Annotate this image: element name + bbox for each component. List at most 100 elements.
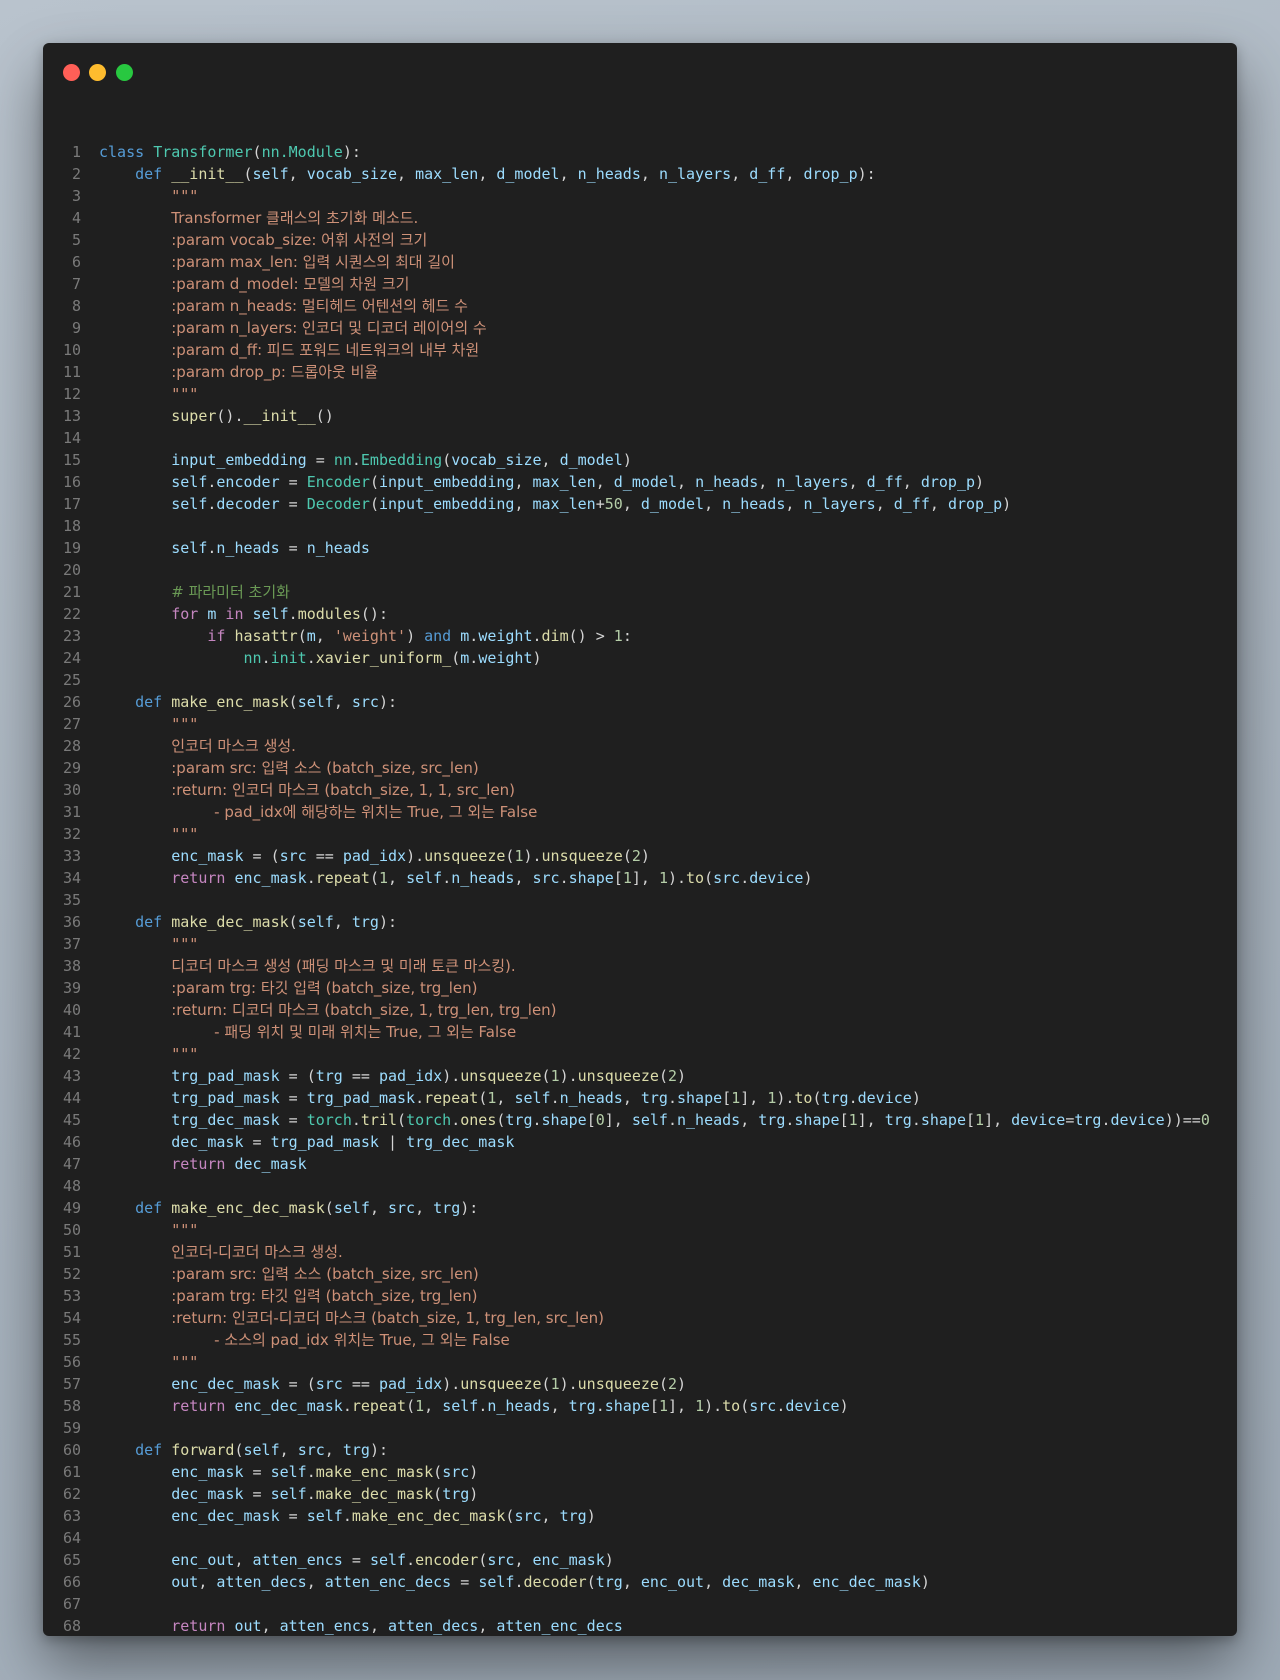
code-token: 1 — [613, 627, 623, 645]
code-token: atten_decs — [216, 1573, 307, 1591]
code-token: dec_mask — [171, 1485, 244, 1503]
line-number: 40 — [62, 1001, 81, 1019]
code-token: repeat — [424, 1089, 479, 1107]
code-token: :return: 인코더 마스크 (batch_size, 1, 1, src_… — [171, 781, 515, 799]
code-token: torch — [406, 1111, 452, 1129]
code-line: 14 — [43, 427, 1237, 449]
line-number: 34 — [62, 869, 81, 887]
code-token: ( — [243, 165, 253, 183]
code-token: . — [848, 1089, 858, 1107]
code-token: trg — [640, 1089, 668, 1107]
code-token: 1 — [731, 1089, 741, 1107]
code-token: ( — [658, 1067, 668, 1085]
code-token: dec_mask — [722, 1573, 795, 1591]
code-token: - 소스의 pad_idx 위치는 True, 그 외는 False — [171, 1331, 510, 1349]
code-token: + — [595, 495, 605, 513]
code-token: (). — [216, 407, 244, 425]
code-token: 디코더 마스크 생성 (패딩 마스크 및 미래 토큰 마스킹). — [171, 957, 516, 975]
code-token: ( — [252, 143, 262, 161]
code-token: ( — [369, 869, 379, 887]
code-token: repeat — [315, 869, 370, 887]
code-token: weight — [478, 649, 533, 667]
code-token: ) — [975, 473, 985, 491]
code-line: 39 :param trg: 타깃 입력 (batch_size, trg_le… — [43, 977, 1237, 999]
code-token: device — [785, 1397, 840, 1415]
code-token: = ( — [243, 847, 280, 865]
code-token: = ( — [279, 1067, 316, 1085]
line-number: 22 — [62, 605, 81, 623]
code-token: trg_pad_mask — [270, 1133, 379, 1151]
code-token: make_enc_mask — [171, 693, 289, 711]
code-token: self — [306, 1507, 343, 1525]
line-number: 29 — [62, 759, 81, 777]
code-token: src — [315, 1375, 343, 1393]
code-line: 66 out, atten_decs, atten_enc_decs = sel… — [43, 1571, 1237, 1593]
code-token: input_embedding — [171, 451, 307, 469]
line-number: 45 — [62, 1111, 81, 1129]
code-line: 4 Transformer 클래스의 초기화 메소드. — [43, 207, 1237, 229]
code-token: d_model — [559, 451, 623, 469]
code-token: trg — [595, 1573, 623, 1591]
code-text: enc_out, atten_encs = self.encoder(src, … — [99, 1549, 614, 1571]
code-token: 2 — [667, 1067, 677, 1085]
code-text: class Transformer(nn.Module): — [99, 141, 361, 163]
code-token: def — [135, 1199, 172, 1217]
code-token: 2 — [667, 1375, 677, 1393]
code-text: def forward(self, src, trg): — [99, 1439, 388, 1461]
code-token: n_heads — [695, 473, 759, 491]
code-line: 62 dec_mask = self.make_dec_mask(trg) — [43, 1483, 1237, 1505]
code-token: input_embedding — [378, 495, 515, 513]
code-text: """ — [99, 1351, 198, 1373]
code-token: trg_dec_mask — [406, 1133, 515, 1151]
line-number: 21 — [62, 583, 81, 601]
code-token: """ — [171, 825, 199, 843]
code-token: ], — [857, 1111, 885, 1129]
code-line: 25 — [43, 669, 1237, 691]
code-token: hasattr — [234, 627, 298, 645]
code-text: enc_dec_mask = self.make_enc_dec_mask(sr… — [99, 1505, 595, 1527]
code-token: to — [722, 1397, 741, 1415]
code-token: , — [514, 473, 533, 491]
code-token: nn.Module — [261, 143, 343, 161]
code-token: self — [270, 1485, 307, 1503]
code-text: dec_mask = trg_pad_mask | trg_dec_mask — [99, 1131, 514, 1153]
code-token: - 패딩 위치 및 미래 위치는 True, 그 외는 False — [171, 1023, 517, 1041]
code-token: Encoder — [306, 473, 370, 491]
line-number: 62 — [62, 1485, 81, 1503]
code-token: Transformer 클래스의 초기화 메소드. — [171, 209, 419, 227]
code-token: d_model — [640, 495, 705, 513]
code-token: 1 — [550, 1375, 560, 1393]
code-token: . — [306, 1485, 316, 1503]
code-line: 65 enc_out, atten_encs = self.encoder(sr… — [43, 1549, 1237, 1571]
code-token: . — [451, 1111, 461, 1129]
code-line: 10 :param d_ff: 피드 포워드 네트워크의 내부 차원 — [43, 339, 1237, 361]
code-token: device — [1110, 1111, 1165, 1129]
code-token: . — [306, 869, 316, 887]
code-token: self — [442, 1397, 479, 1415]
code-token: : — [622, 627, 632, 645]
code-text: """ — [99, 1219, 198, 1241]
close-button[interactable] — [63, 64, 80, 81]
code-editor[interactable]: 1 class Transformer(nn.Module): 2 def __in… — [43, 141, 1237, 1636]
code-line: 40 :return: 디코더 마스크 (batch_size, 1, trg_… — [43, 999, 1237, 1021]
code-token: . — [532, 627, 542, 645]
code-text: return out, atten_encs, atten_decs, atte… — [99, 1615, 623, 1636]
code-token: = — [279, 495, 307, 513]
code-line: 58 return enc_dec_mask.repeat(1, self.n_… — [43, 1395, 1237, 1417]
code-token: self — [171, 473, 208, 491]
code-token: self — [631, 1111, 668, 1129]
code-token: m — [460, 627, 470, 645]
zoom-button[interactable] — [116, 64, 133, 81]
minimize-button[interactable] — [89, 64, 106, 81]
code-token: trg — [315, 1067, 343, 1085]
code-token: src — [749, 1397, 777, 1415]
code-token: . — [261, 649, 271, 667]
